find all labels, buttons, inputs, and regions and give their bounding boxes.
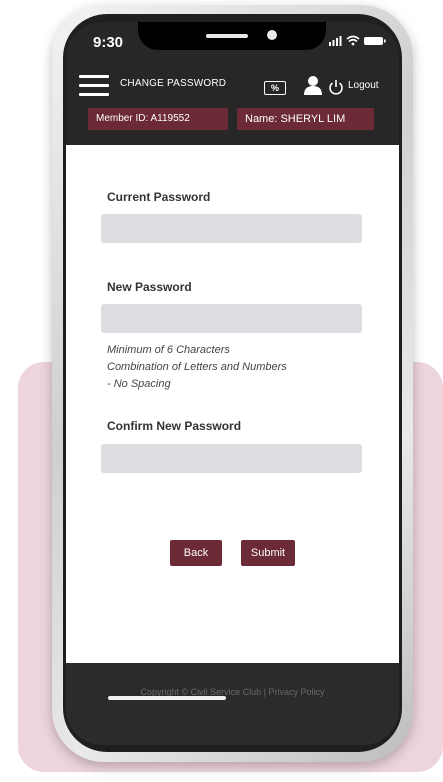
- status-time: 9:30: [93, 34, 124, 51]
- password-rules: Minimum of 6 Characters Combination of L…: [107, 342, 287, 393]
- status-icons: [329, 35, 386, 46]
- footer-separator: |: [263, 687, 266, 697]
- phone-notch: [138, 22, 326, 50]
- percent-card-icon[interactable]: %: [264, 81, 286, 95]
- confirm-password-label: Confirm New Password: [107, 419, 242, 433]
- wifi-icon: [346, 35, 360, 46]
- user-icon[interactable]: [304, 75, 322, 95]
- submit-button[interactable]: Submit: [241, 540, 295, 566]
- current-password-label: Current Password: [107, 190, 211, 204]
- app-header: CHANGE PASSWORD % Logout: [66, 62, 399, 100]
- hamburger-menu-icon[interactable]: [79, 75, 109, 97]
- new-password-input[interactable]: [101, 304, 362, 333]
- password-rule: Combination of Letters and Numbers: [107, 361, 287, 373]
- member-name-badge: Name: SHERYL LIM: [237, 108, 374, 130]
- back-button[interactable]: Back: [170, 540, 222, 566]
- privacy-policy-link[interactable]: Privacy Policy: [269, 687, 325, 697]
- member-id-badge: Member ID: A119552: [88, 108, 228, 130]
- phone-screen: 9:30 CHANGE PASSWORD % Logout Member ID:…: [66, 22, 399, 745]
- password-rule: - No Spacing: [107, 378, 171, 390]
- logout-link[interactable]: Logout: [348, 80, 379, 91]
- camera-dot: [267, 30, 277, 40]
- password-rule: Minimum of 6 Characters: [107, 344, 230, 356]
- home-indicator: [108, 696, 226, 700]
- change-password-form: Current Password New Password Minimum of…: [66, 145, 399, 663]
- status-bar: 9:30: [66, 22, 399, 62]
- power-icon[interactable]: [328, 79, 344, 95]
- speaker-grille: [206, 34, 248, 38]
- page-title: CHANGE PASSWORD: [120, 78, 227, 89]
- signal-icon: [329, 36, 342, 46]
- footer: Copyright © Civil Service Club | Privacy…: [66, 663, 399, 745]
- battery-icon: [364, 37, 386, 45]
- new-password-label: New Password: [107, 280, 192, 294]
- confirm-password-input[interactable]: [101, 444, 362, 473]
- current-password-input[interactable]: [101, 214, 362, 243]
